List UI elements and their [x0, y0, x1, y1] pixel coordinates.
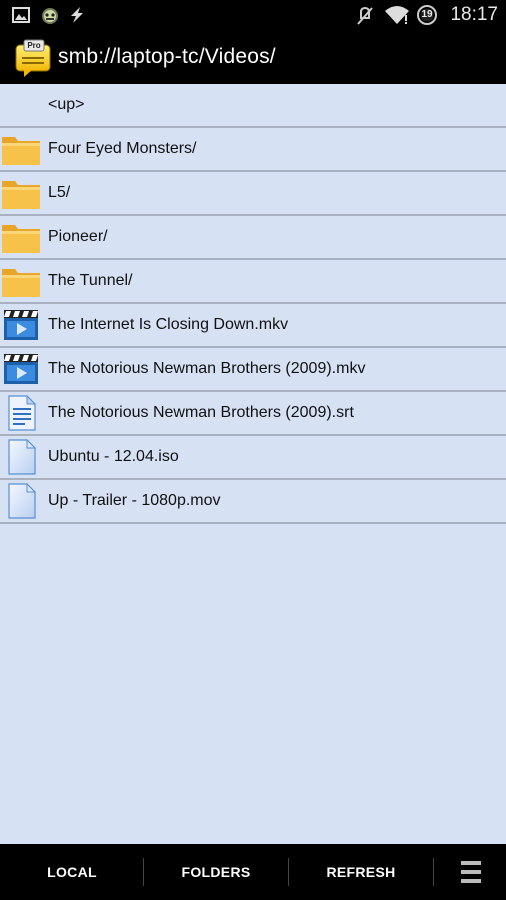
list-item-label: The Tunnel/ — [48, 272, 133, 289]
list-item[interactable]: Ubuntu - 12.04.iso — [0, 436, 506, 480]
list-item-label: <up> — [48, 96, 85, 113]
file-icon — [1, 438, 41, 475]
list-item[interactable]: Pioneer/ — [0, 216, 506, 260]
status-bar: 19 18:17 — [0, 0, 506, 32]
list-item-label: The Internet Is Closing Down.mkv — [48, 316, 289, 333]
screen: 19 18:17 Pro smb://laptop-tc/Videos/ <up… — [0, 0, 506, 900]
list-item-label: The Notorious Newman Brothers (2009).srt — [48, 404, 354, 421]
notification-badge-number: 19 — [421, 9, 433, 20]
list-item-label: L5/ — [48, 184, 71, 201]
android-icon — [40, 5, 60, 30]
list-item[interactable]: The Notorious Newman Brothers (2009).mkv — [0, 348, 506, 392]
video-file-icon — [1, 307, 41, 343]
list-item-label: The Notorious Newman Brothers (2009).mkv — [48, 360, 366, 377]
list-item[interactable]: L5/ — [0, 172, 506, 216]
bottom-toolbar: LOCAL FOLDERS REFRESH — [0, 844, 506, 900]
folders-button[interactable]: FOLDERS — [144, 844, 288, 900]
folder-icon — [1, 263, 41, 299]
list-item-label: Ubuntu - 12.04.iso — [48, 448, 179, 465]
folder-icon — [1, 219, 41, 255]
current-path-title: smb://laptop-tc/Videos/ — [58, 45, 276, 68]
folder-icon — [1, 175, 41, 211]
toolbar-divider — [433, 858, 434, 886]
list-item-up[interactable]: <up> — [0, 84, 506, 128]
flash-icon — [68, 6, 86, 29]
text-file-icon — [1, 394, 41, 431]
folder-icon — [1, 131, 41, 167]
list-item-label: Up - Trailer - 1080p.mov — [48, 492, 221, 509]
list-item-label: Four Eyed Monsters/ — [48, 140, 197, 157]
list-item-label: Pioneer/ — [48, 228, 108, 245]
overflow-menu-icon[interactable] — [460, 860, 482, 884]
list-item[interactable]: The Notorious Newman Brothers (2009).srt — [0, 392, 506, 436]
file-list: <up> Four Eyed Monsters/ L5/ Pioneer/ Th… — [0, 84, 506, 524]
local-button[interactable]: LOCAL — [0, 844, 144, 900]
refresh-button[interactable]: REFRESH — [289, 844, 433, 900]
video-file-icon — [1, 351, 41, 387]
title-bar: Pro smb://laptop-tc/Videos/ — [0, 32, 506, 84]
list-item[interactable]: Up - Trailer - 1080p.mov — [0, 480, 506, 524]
app-logo-icon[interactable]: Pro — [14, 39, 52, 79]
wifi-icon — [384, 5, 410, 30]
image-icon — [12, 6, 30, 29]
pro-badge-label: Pro — [27, 41, 41, 50]
file-icon — [1, 482, 41, 519]
signal-muted-icon — [356, 6, 374, 31]
list-item[interactable]: The Tunnel/ — [0, 260, 506, 304]
list-item[interactable]: The Internet Is Closing Down.mkv — [0, 304, 506, 348]
list-item[interactable]: Four Eyed Monsters/ — [0, 128, 506, 172]
clock: 18:17 — [450, 4, 498, 25]
